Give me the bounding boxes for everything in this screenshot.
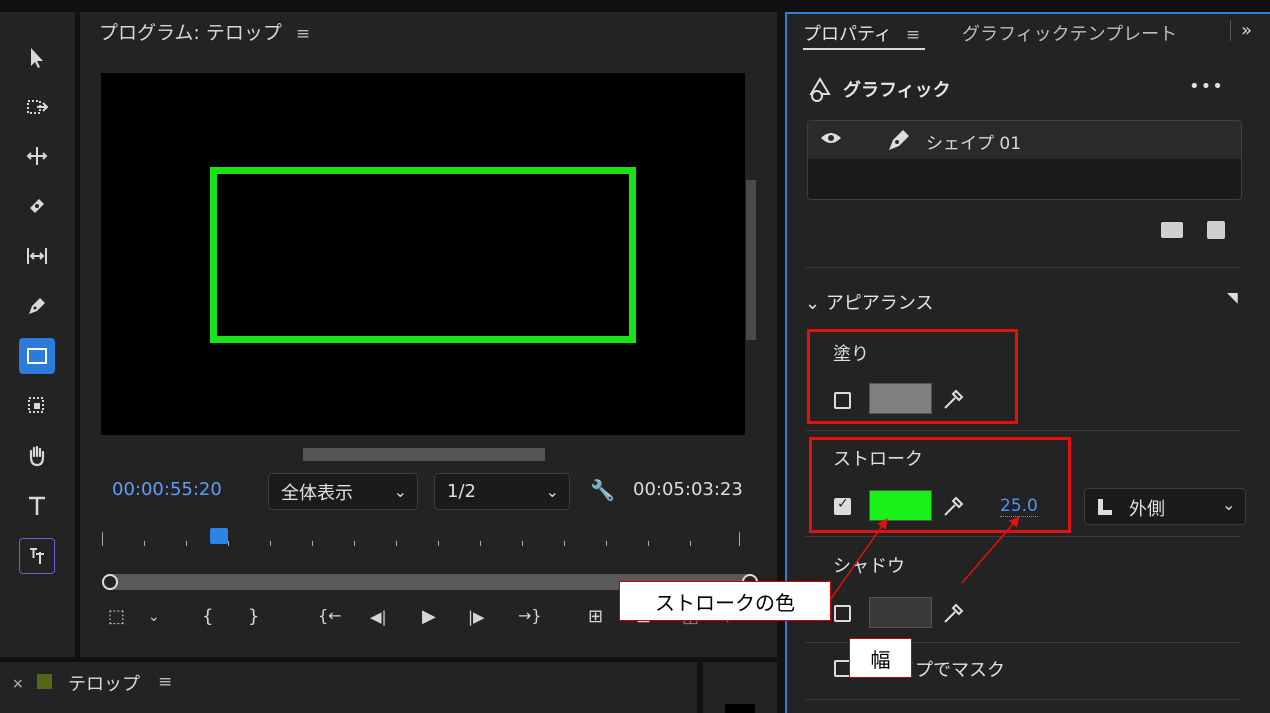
tab-properties[interactable]: プロパティ ≡ xyxy=(803,20,920,46)
go-to-in-button[interactable]: {← xyxy=(318,606,342,625)
mark-out-button[interactable]: } xyxy=(248,606,259,627)
appearance-section-header[interactable]: ⌄ アピアランス xyxy=(805,289,933,315)
eyedropper-icon[interactable] xyxy=(941,600,965,626)
divider xyxy=(805,699,1240,700)
sequence-color-swatch xyxy=(37,674,52,689)
width-callout: 幅 xyxy=(849,638,912,678)
divider xyxy=(805,267,1240,268)
razor-tool-icon[interactable] xyxy=(19,188,55,224)
ripple-edit-tool-icon[interactable] xyxy=(19,138,55,174)
pen-tool-icon[interactable] xyxy=(19,288,55,324)
go-to-out-button[interactable]: →} xyxy=(518,606,542,625)
program-monitor-title: プログラム: テロップ ≡ xyxy=(99,18,310,45)
duration-timecode: 00:05:03:23 xyxy=(633,479,743,500)
shadow-label: シャドウ xyxy=(833,556,905,577)
stroke-position-select[interactable]: 外側 ⌄ xyxy=(1084,488,1246,525)
appearance-title: アピアランス xyxy=(825,293,934,314)
lift-icon[interactable]: ⊞ xyxy=(588,606,603,627)
stroke-highlight-box xyxy=(809,437,1071,533)
stroke-color-callout: ストロークの色 xyxy=(619,581,831,621)
chevron-down-icon: ⌄ xyxy=(1222,495,1236,514)
step-forward-button[interactable]: |▶ xyxy=(468,608,485,626)
divider xyxy=(805,430,1240,431)
timeline-menu-icon[interactable]: ≡ xyxy=(158,672,172,692)
chevron-down-icon[interactable]: ⌄ xyxy=(148,609,160,625)
fill-highlight-box xyxy=(807,329,1018,424)
active-tab-indicator xyxy=(803,48,925,50)
time-ruler[interactable] xyxy=(102,528,742,552)
visibility-eye-icon[interactable] xyxy=(820,130,842,146)
rectangle-tool-icon[interactable] xyxy=(19,338,55,374)
track-select-tool-icon[interactable] xyxy=(19,89,55,125)
stroke-position-value: 外側 xyxy=(1129,499,1165,520)
more-tabs-icon[interactable]: » xyxy=(1230,20,1252,41)
type-tool-icon[interactable] xyxy=(19,488,55,524)
vertical-scrollbar[interactable] xyxy=(746,180,756,340)
appearance-options-icon[interactable]: ◥ xyxy=(1227,290,1238,306)
zoom-start-handle[interactable] xyxy=(102,574,118,590)
new-layer-icon[interactable] xyxy=(1207,221,1225,239)
play-button[interactable]: ▶ xyxy=(422,606,436,627)
settings-wrench-icon[interactable]: 🔧 xyxy=(590,478,615,502)
new-group-folder-icon[interactable] xyxy=(1161,222,1183,238)
divider xyxy=(805,536,1240,537)
properties-menu-icon[interactable]: ≡ xyxy=(906,25,920,45)
tab-essential-graphics-templates[interactable]: グラフィックテンプレート xyxy=(962,20,1177,46)
program-menu-icon[interactable]: ≡ xyxy=(296,24,310,44)
slip-tool-icon[interactable] xyxy=(19,238,55,274)
zoom-level-select[interactable]: 全体表示 ⌄ xyxy=(268,473,418,510)
zoom-level-value: 全体表示 xyxy=(281,482,353,504)
playhead[interactable] xyxy=(210,528,228,544)
shadow-color-swatch[interactable] xyxy=(869,597,932,628)
chevron-down-icon: ⌄ xyxy=(805,293,826,314)
current-timecode[interactable]: 00:00:55:20 xyxy=(112,479,222,500)
layer-list: シェイプ 01 xyxy=(807,120,1242,200)
stroke-outside-icon xyxy=(1098,499,1112,515)
tab-properties-label: プロパティ xyxy=(803,24,892,45)
safe-margins-icon[interactable]: ⬚ xyxy=(108,606,125,627)
step-back-button[interactable]: ◀| xyxy=(370,608,387,626)
chevron-down-icon: ⌄ xyxy=(545,482,559,501)
layer-row[interactable]: シェイプ 01 xyxy=(808,121,1241,159)
close-icon[interactable]: × xyxy=(12,676,24,692)
audio-meter-panel xyxy=(703,662,777,713)
vertical-type-tool-icon[interactable] xyxy=(19,538,55,574)
mark-in-button[interactable]: { xyxy=(202,606,213,627)
program-monitor-title-text: プログラム: テロップ xyxy=(99,22,282,44)
remix-tool-icon[interactable] xyxy=(19,388,55,424)
shape-pen-icon xyxy=(889,130,909,150)
graphic-icon xyxy=(809,77,831,102)
tools-panel xyxy=(0,12,75,657)
timeline-panel-tab: × テロップ ≡ xyxy=(0,662,697,713)
video-viewer[interactable] xyxy=(101,73,745,435)
hand-tool-icon[interactable] xyxy=(19,438,55,474)
audio-meter-icon xyxy=(725,704,755,713)
horizontal-scrollbar[interactable] xyxy=(303,448,545,461)
green-rectangle-shape[interactable] xyxy=(210,167,636,343)
layer-name: シェイプ 01 xyxy=(926,134,1022,154)
sequence-name[interactable]: テロップ xyxy=(68,670,140,696)
shadow-checkbox[interactable] xyxy=(834,605,851,622)
chevron-down-icon: ⌄ xyxy=(393,482,407,501)
program-monitor-panel: プログラム: テロップ ≡ 00:00:55:20 全体表示 ⌄ 1/2 ⌄ 🔧 … xyxy=(80,12,777,657)
playback-resolution-value: 1/2 xyxy=(447,481,476,502)
playback-resolution-select[interactable]: 1/2 ⌄ xyxy=(434,473,570,510)
more-options-icon[interactable]: ••• xyxy=(1189,76,1224,97)
graphic-title: グラフィック xyxy=(843,80,951,101)
selection-tool-icon[interactable] xyxy=(19,40,55,76)
